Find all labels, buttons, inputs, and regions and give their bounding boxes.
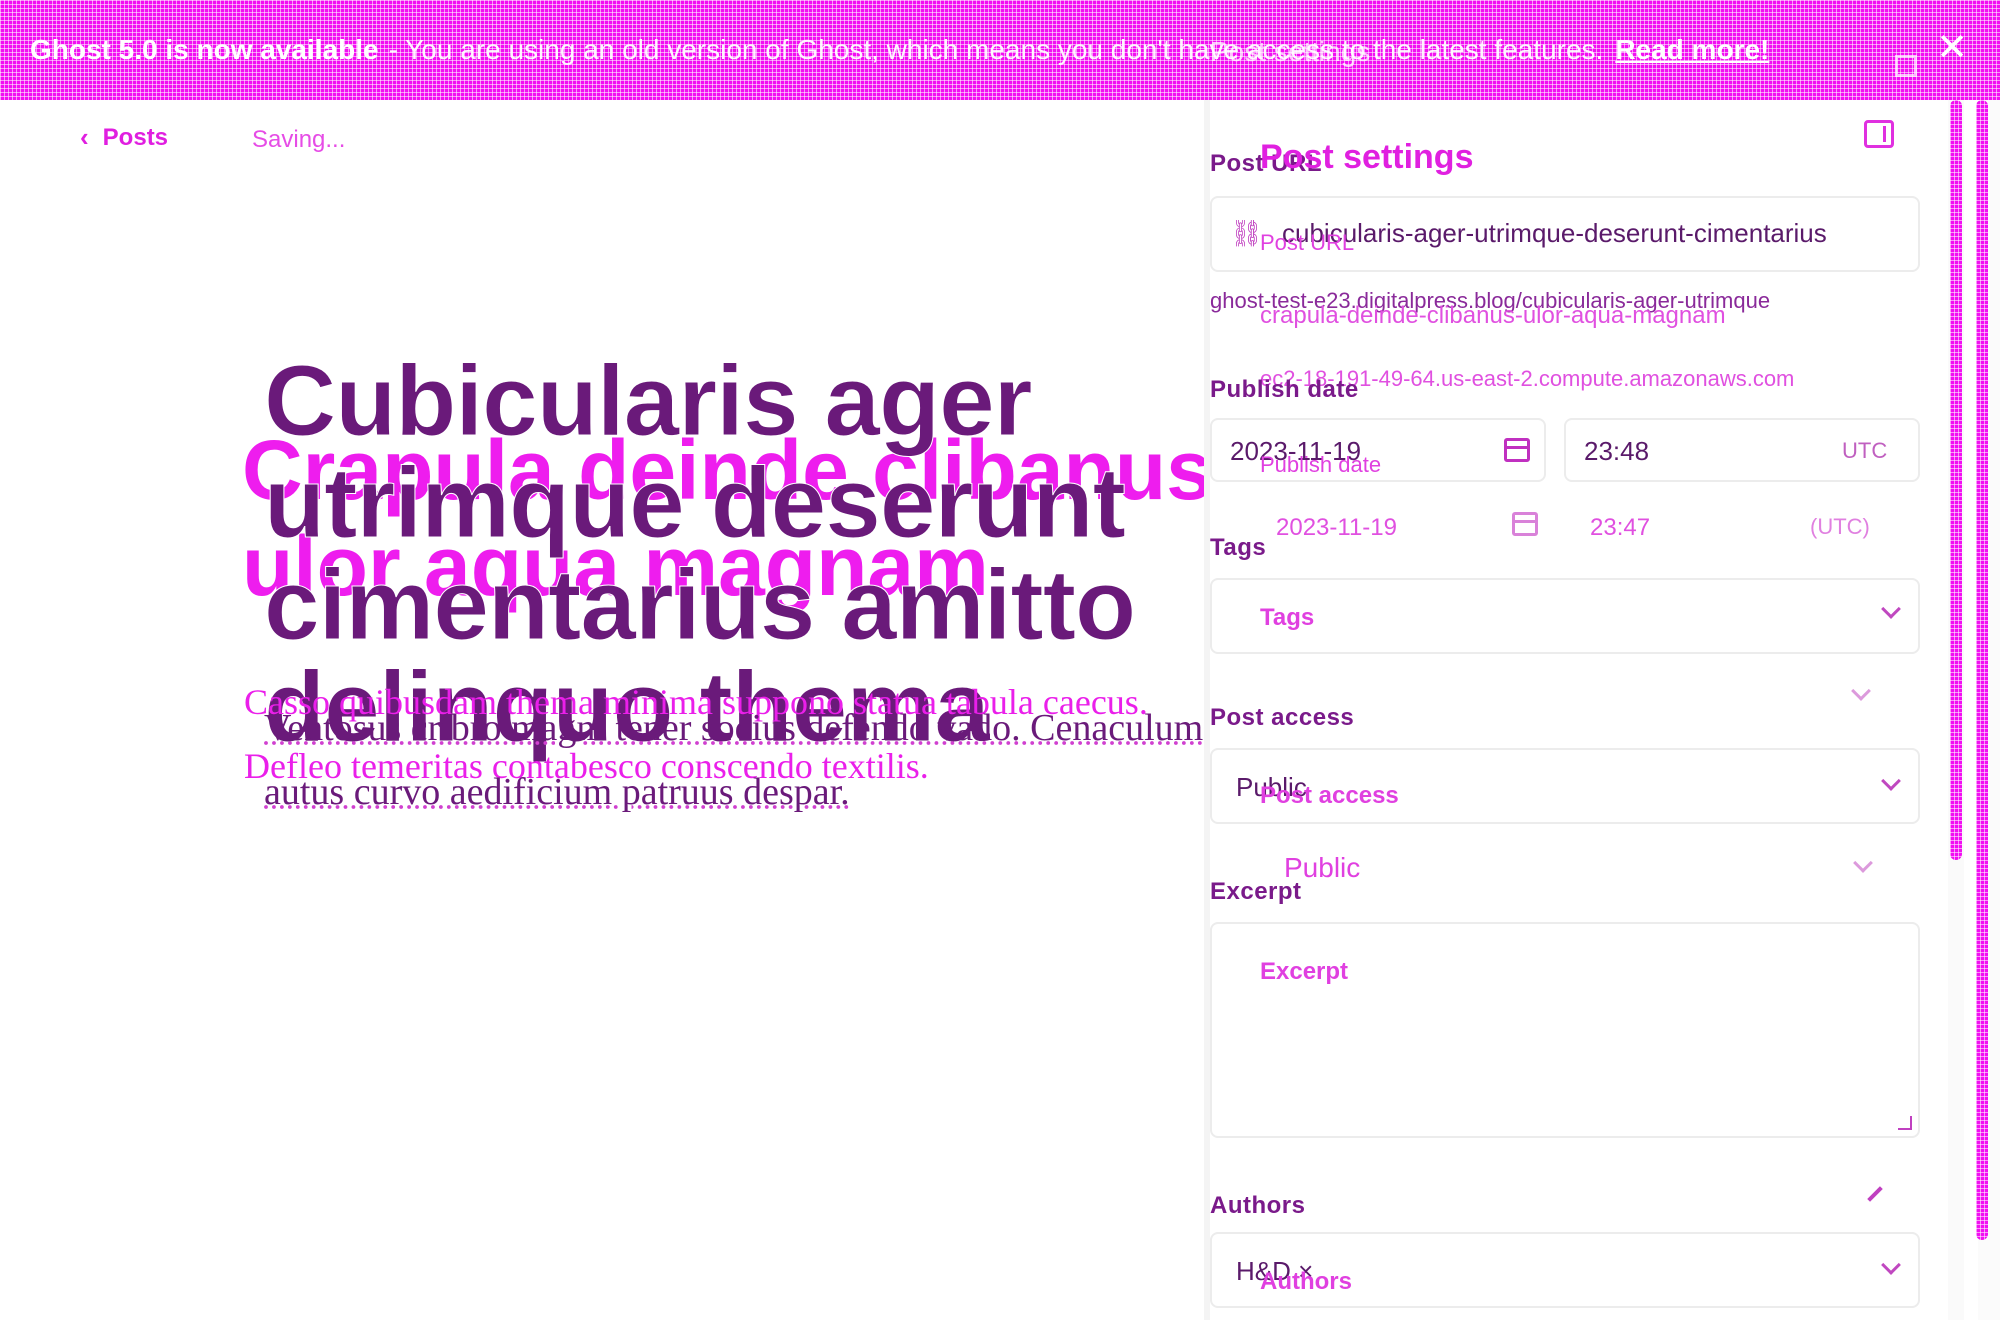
window-scrollbar-thumb[interactable] (1976, 100, 1988, 1240)
link-icon: ⛓ (1230, 218, 1264, 248)
post-url-ghost-hint: ec2-18-191-49-64.us-east-2.compute.amazo… (1260, 366, 1795, 391)
banner-message: - You are using an old version of Ghost,… (388, 34, 1604, 65)
publish-date-label: Publish date (1210, 376, 1359, 403)
post-url-field[interactable]: ⛓ cubicularis-ager-utrimque-deserunt-cim… (1210, 196, 1920, 272)
post-url-ghost-value: crapula-deinde-clibanus-ulor-aqua-magnam (1260, 302, 1726, 329)
post-editor[interactable]: Crapula deinde clibanus ulor aqua magnam… (240, 330, 1210, 850)
chevron-down-icon[interactable] (1881, 599, 1901, 619)
authors-ghost-label: Authors (1260, 1268, 1352, 1295)
ghost-panel-icon (1895, 55, 1917, 77)
excerpt-placeholder: Excerpt (1260, 958, 1349, 985)
chevron-left-icon: ‹ (80, 122, 89, 152)
post-body[interactable]: Ventosus cribro magni tener socius defen… (264, 696, 1210, 824)
editor-header: ‹ Posts (80, 122, 168, 153)
post-settings-panel: Post URL Post settings ⛓ cubicularis-age… (1204, 100, 1970, 1320)
panel-heading: Post settings (1260, 138, 1474, 176)
upgrade-banner: Ghost 5.0 is now available - You are usi… (0, 0, 2000, 100)
tags-input[interactable]: Tags (1260, 604, 1314, 632)
time-ghost: 23:47 (1590, 514, 1651, 541)
panel-scrollbar-thumb[interactable] (1950, 100, 1962, 860)
excerpt-textarea[interactable]: Excerpt (1210, 922, 1920, 1138)
tags-label: Tags (1210, 534, 1267, 561)
post-url-ghost-label: Post URL (1260, 230, 1355, 255)
chevron-down-ghost-icon (1853, 853, 1873, 873)
publish-date-ghost-label: Publish date (1260, 452, 1382, 477)
banner-read-more-link[interactable]: Read more! (1615, 34, 1769, 66)
calendar-icon[interactable] (1504, 438, 1530, 462)
chevron-down-icon[interactable] (1881, 771, 1901, 791)
chevron-down-ghost-icon (1851, 681, 1871, 701)
sidebar-toggle-icon[interactable] (1864, 120, 1894, 148)
calendar-ghost-icon (1512, 512, 1538, 536)
banner-title: Ghost 5.0 is now available (30, 34, 379, 65)
resize-handle-icon[interactable] (1898, 1116, 1912, 1130)
time-field[interactable]: 23:48 UTC (1564, 418, 1920, 482)
excerpt-label: Excerpt (1210, 878, 1302, 905)
post-url-input[interactable]: cubicularis-ager-utrimque-deserunt-cimen… (1282, 218, 1902, 249)
time-input[interactable]: 23:48 (1584, 436, 1649, 467)
back-to-posts-link[interactable]: ‹ Posts (80, 122, 168, 153)
banner-ghost-heading: Post settings (1210, 36, 1371, 67)
post-access-ghost-label: Post access (1260, 782, 1399, 809)
timezone-label: UTC (1842, 438, 1888, 463)
date-field[interactable]: 2023-11-19 Publish date (1210, 418, 1546, 482)
post-access-label: Post access (1210, 704, 1355, 731)
close-icon[interactable]: ✕ (1932, 28, 1972, 68)
authors-field[interactable]: H&D × Authors (1210, 1232, 1920, 1308)
date-ghost: 2023-11-19 (1276, 514, 1397, 541)
edit-icon (1867, 1186, 1883, 1202)
timezone-ghost: (UTC) (1810, 514, 1870, 539)
back-label: Posts (102, 123, 169, 151)
authors-label: Authors (1210, 1192, 1306, 1219)
tags-field[interactable]: Tags (1210, 578, 1920, 654)
chevron-down-icon[interactable] (1881, 1255, 1901, 1275)
save-status: Saving... (252, 126, 346, 153)
post-access-select[interactable]: Public Post access (1210, 748, 1920, 824)
